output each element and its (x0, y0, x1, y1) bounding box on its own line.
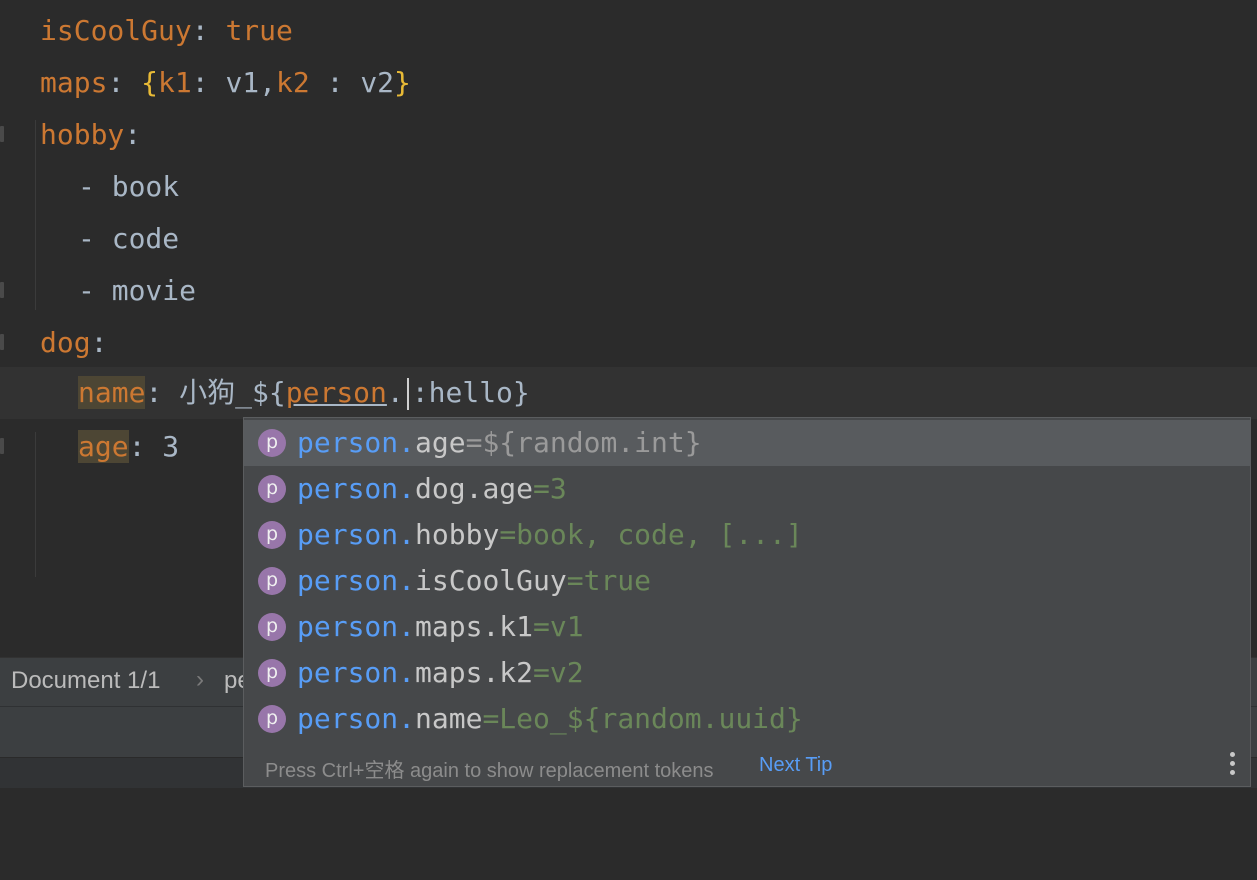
separator: : (191, 14, 226, 47)
yaml-value: movie (111, 274, 197, 307)
yaml-key: isCoolGuy (40, 14, 192, 47)
completion-prefix: person. (297, 656, 416, 689)
yaml-value: book (111, 170, 180, 203)
yaml-key: dog (40, 326, 91, 359)
completion-popup: p person.age=${random.int} p person.dog.… (243, 417, 1251, 787)
completion-prefix: person. (297, 472, 416, 505)
completion-value: =v2 (533, 656, 584, 689)
property-icon: p (258, 475, 286, 503)
yaml-value: code (111, 222, 180, 255)
yaml-value: 3 (162, 430, 180, 463)
completion-item[interactable]: p person.maps.k1=v1 (244, 604, 1250, 650)
separator: : (128, 430, 163, 463)
completion-name: hobby (415, 518, 500, 551)
completion-prefix: person. (297, 702, 416, 735)
list-dash: - (78, 222, 112, 255)
brace: { (141, 66, 159, 99)
chevron-right-icon: › (196, 666, 204, 693)
yaml-key: age (78, 430, 129, 463)
completion-value: =Leo_${random.uuid} (482, 702, 803, 735)
separator: : (309, 66, 361, 99)
completion-prefix: person. (297, 564, 416, 597)
completion-name: isCoolGuy (415, 564, 567, 597)
completion-item[interactable]: p person.hobby=book, code, [...] (244, 512, 1250, 558)
list-dash: - (78, 274, 112, 307)
completion-value: =3 (533, 472, 567, 505)
completion-footer: Press Ctrl+空格 again to show replacement … (244, 748, 1250, 786)
code-line-current[interactable]: name: 小狗_${person.:hello} (0, 367, 1257, 419)
code-line[interactable]: hobby: (0, 109, 1257, 161)
yaml-key: k1 (158, 66, 192, 99)
code-line[interactable]: - code (0, 213, 1257, 265)
completion-name: maps.k2 (415, 656, 534, 689)
vertical-ellipsis-icon[interactable] (1230, 752, 1236, 779)
separator: : (90, 326, 108, 359)
completion-item[interactable]: p person.isCoolGuy=true (244, 558, 1250, 604)
yaml-value: v1, (225, 66, 277, 99)
code-line[interactable]: isCoolGuy: true (0, 5, 1257, 57)
yaml-key: maps (40, 66, 108, 99)
document-indicator[interactable]: Document 1/1 (11, 667, 160, 695)
yaml-value: true (225, 14, 293, 47)
yaml-value: v2 (360, 66, 395, 99)
completion-prefix: person. (297, 426, 416, 459)
completion-item-selected[interactable]: p person.age=${random.int} (244, 420, 1250, 466)
completion-name: maps.k1 (415, 610, 534, 643)
list-dash: - (78, 170, 112, 203)
placeholder-reference: person (285, 376, 387, 409)
completion-value: =${random.int} (465, 426, 702, 459)
separator: . (386, 376, 404, 409)
completion-value: =book, code, [...] (499, 518, 803, 551)
completion-prefix: person. (297, 610, 416, 643)
brace: } (394, 66, 411, 99)
yaml-key: name (78, 376, 146, 409)
placeholder-start: _${ (235, 376, 286, 409)
separator: : (191, 66, 226, 99)
separator: : (124, 118, 142, 151)
property-icon: p (258, 705, 286, 733)
completion-name: name (415, 702, 483, 735)
yaml-key: hobby (40, 118, 125, 151)
code-line[interactable]: dog: (0, 317, 1257, 369)
yaml-value: 小狗 (179, 376, 236, 409)
code-line[interactable]: - movie (0, 265, 1257, 317)
next-tip-link[interactable]: Next Tip (759, 754, 832, 777)
property-icon: p (258, 521, 286, 549)
code-line[interactable]: - book (0, 161, 1257, 213)
completion-name: age (415, 426, 466, 459)
property-icon: p (258, 567, 286, 595)
completion-value: =true (566, 564, 652, 597)
separator: : (145, 376, 180, 409)
code-line[interactable]: maps: {k1: v1,k2 : v2} (0, 57, 1257, 109)
property-icon: p (258, 613, 286, 641)
completion-item[interactable]: p person.maps.k2=v2 (244, 650, 1250, 696)
placeholder-end: :hello} (411, 376, 530, 409)
property-icon: p (258, 659, 286, 687)
text-caret (406, 378, 409, 410)
yaml-key: k2 (276, 66, 310, 99)
completion-hint: Press Ctrl+空格 again to show replacement … (265, 760, 714, 782)
completion-prefix: person. (297, 518, 416, 551)
completion-item[interactable]: p person.dog.age=3 (244, 466, 1250, 512)
completion-name: dog.age (415, 472, 534, 505)
completion-item[interactable]: p person.name=Leo_${random.uuid} (244, 696, 1250, 742)
completion-value: =v1 (533, 610, 584, 643)
property-icon: p (258, 429, 286, 457)
separator: : (107, 66, 142, 99)
